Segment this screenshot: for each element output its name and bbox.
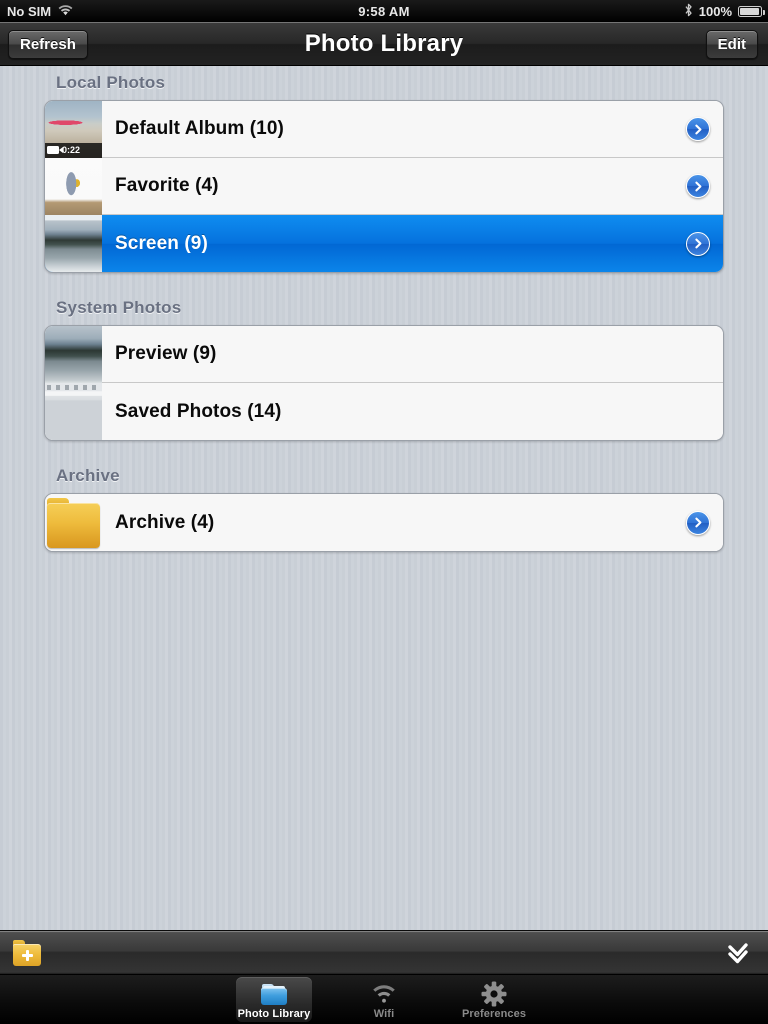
wifi-icon bbox=[369, 981, 399, 1007]
album-list[interactable]: Local Photos 0:22 Default Album (10) Fav… bbox=[0, 66, 768, 930]
section-local-photos: Local Photos 0:22 Default Album (10) Fav… bbox=[0, 66, 768, 273]
double-check-icon[interactable] bbox=[724, 941, 752, 967]
thumbnail-image bbox=[45, 383, 102, 440]
section-card: Preview (9) Saved Photos (14) bbox=[44, 325, 724, 441]
bluetooth-icon bbox=[684, 3, 693, 20]
add-folder-icon[interactable] bbox=[12, 939, 42, 967]
navigation-bar: Refresh Photo Library Edit bbox=[0, 22, 768, 66]
list-item-label: Preview (9) bbox=[115, 343, 217, 364]
tab-label: Photo Library bbox=[237, 1008, 311, 1020]
section-system-photos: System Photos Preview (9) Saved Photos (… bbox=[0, 291, 768, 441]
album-thumbnail bbox=[45, 157, 102, 215]
list-item-label: Default Album (10) bbox=[115, 118, 284, 139]
status-bar-right: 100% bbox=[684, 3, 765, 20]
status-bar-time: 9:58 AM bbox=[358, 3, 410, 19]
album-thumbnail bbox=[45, 383, 102, 440]
thumbnail-image bbox=[45, 326, 102, 383]
video-duration: 0:22 bbox=[62, 145, 81, 155]
video-camera-icon bbox=[47, 146, 63, 154]
section-card: 0:22 Default Album (10) Favorite (4) Scr… bbox=[44, 100, 724, 273]
tab-wifi[interactable]: Wifi bbox=[346, 977, 422, 1022]
section-card: Archive (4) bbox=[44, 493, 724, 552]
disclosure-chevron-icon[interactable] bbox=[686, 510, 710, 535]
folder-icon bbox=[45, 494, 102, 551]
thumbnail-image bbox=[45, 215, 102, 272]
battery-icon bbox=[738, 5, 765, 17]
album-thumbnail bbox=[45, 215, 102, 272]
disclosure-chevron-icon[interactable] bbox=[686, 174, 710, 198]
tab-bar[interactable]: Photo Library Wifi Preferences bbox=[0, 975, 768, 1024]
list-item[interactable]: Preview (9) bbox=[45, 326, 723, 383]
tab-preferences[interactable]: Preferences bbox=[456, 977, 532, 1022]
tab-label: Wifi bbox=[373, 1008, 395, 1020]
thumbnail-image bbox=[45, 157, 102, 215]
tab-photo-library[interactable]: Photo Library bbox=[236, 977, 312, 1022]
disclosure-chevron-icon[interactable] bbox=[686, 231, 710, 256]
bottom-toolbar bbox=[0, 930, 768, 975]
edit-button[interactable]: Edit bbox=[705, 30, 758, 59]
section-header: Local Photos bbox=[56, 73, 166, 92]
section-archive: Archive Archive (4) bbox=[0, 459, 768, 552]
list-item-label: Favorite (4) bbox=[115, 175, 219, 196]
list-item[interactable]: Archive (4) bbox=[45, 494, 723, 551]
section-header: Archive bbox=[56, 466, 120, 485]
list-item[interactable]: Favorite (4) bbox=[45, 157, 723, 215]
video-badge: 0:22 bbox=[45, 142, 102, 158]
disclosure-chevron-icon[interactable] bbox=[686, 117, 710, 141]
list-item-label: Archive (4) bbox=[115, 511, 215, 533]
tab-label: Preferences bbox=[461, 1008, 527, 1020]
battery-percent-label: 100% bbox=[698, 3, 732, 19]
list-item[interactable]: Saved Photos (14) bbox=[45, 383, 723, 440]
album-thumbnail bbox=[45, 494, 102, 551]
list-item[interactable]: 0:22 Default Album (10) bbox=[45, 101, 723, 158]
section-header: System Photos bbox=[56, 298, 182, 317]
list-item-label: Screen (9) bbox=[115, 232, 208, 254]
status-bar: No SIM 9:58 AM 100% bbox=[0, 0, 768, 22]
folder-icon bbox=[259, 981, 289, 1007]
page-title: Photo Library bbox=[304, 30, 464, 57]
album-thumbnail bbox=[45, 326, 102, 383]
album-thumbnail: 0:22 bbox=[45, 101, 102, 158]
list-item-selected[interactable]: Screen (9) bbox=[45, 215, 723, 272]
gear-icon bbox=[479, 981, 509, 1007]
list-item-label: Saved Photos (14) bbox=[115, 400, 282, 422]
